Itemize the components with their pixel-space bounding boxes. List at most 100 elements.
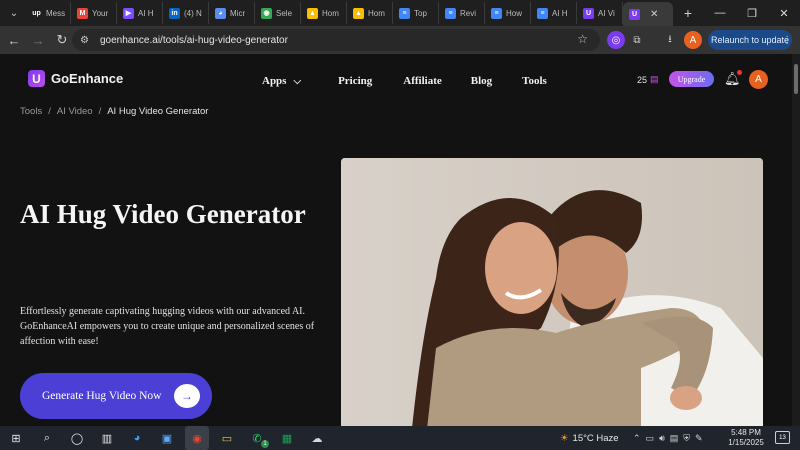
site-header: U GoEnhance Apps ⌵ Pricing Affiliate Blo…: [0, 54, 792, 104]
tab-title: Hom: [322, 8, 339, 18]
edge-icon[interactable]: ◕: [125, 426, 149, 450]
browser-tab[interactable]: ◕ Micr: [209, 2, 255, 24]
docs-icon: ≡: [537, 7, 548, 19]
weather-text: 15°C Haze: [572, 432, 619, 444]
breadcrumb-tools[interactable]: Tools: [20, 106, 42, 117]
upgrade-button[interactable]: Upgrade: [669, 71, 714, 87]
browser-tab[interactable]: in (4) N: [163, 2, 209, 24]
address-bar[interactable]: ⚙ goenhance.ai/tools/ai-hug-video-genera…: [72, 29, 600, 51]
bookmark-star-icon[interactable]: ☆: [577, 32, 588, 46]
credits-counter[interactable]: 25 ▤: [637, 74, 659, 85]
whatsapp-badge: 1: [261, 440, 269, 448]
weather-widget[interactable]: ☀ 15°C Haze: [560, 426, 619, 450]
tab-title: Mess: [46, 8, 66, 18]
download-icon[interactable]: ⭳: [661, 31, 679, 49]
tab-title: Sele: [276, 8, 293, 18]
breadcrumb-separator: /: [48, 106, 51, 117]
task-view-icon[interactable]: ◯: [65, 426, 89, 450]
credits-stack-icon: ▤: [650, 74, 659, 84]
logo-text: GoEnhance: [51, 71, 124, 86]
browser-tab[interactable]: ≡ How: [485, 2, 531, 24]
browser-tab[interactable]: ▲ Hom: [347, 2, 393, 24]
menu-blog[interactable]: Blog: [471, 75, 492, 87]
play-icon: ▶: [123, 7, 134, 19]
tab-search-chevron-icon[interactable]: ⌄: [3, 2, 25, 24]
browser-tab[interactable]: U AI Vi: [577, 2, 623, 24]
browser-tab[interactable]: ◉ Sele: [255, 2, 301, 24]
menu-affiliate[interactable]: Affiliate: [403, 75, 441, 87]
store-icon[interactable]: ▣: [155, 426, 179, 450]
tab-title: Revi: [460, 8, 477, 18]
widgets-icon[interactable]: ▥: [95, 426, 119, 450]
browser-tab[interactable]: ≡ Revi: [439, 2, 485, 24]
security-icon[interactable]: ⛨: [683, 433, 690, 444]
site-info-icon[interactable]: ⚙: [80, 35, 94, 46]
goenhance-icon: U: [583, 7, 594, 19]
tab-title: Top: [414, 8, 427, 18]
generate-hug-video-button[interactable]: Generate Hug Video Now →: [20, 373, 212, 419]
cta-label: Generate Hug Video Now: [42, 390, 162, 402]
show-hidden-icons-icon[interactable]: ⌃: [633, 433, 641, 444]
vpn-app-icon[interactable]: ☁: [305, 426, 329, 450]
speaker-icon[interactable]: 🔊︎: [659, 433, 665, 444]
browser-tab[interactable]: up Mess: [25, 2, 71, 24]
menu-apps[interactable]: Apps ⌵: [262, 75, 301, 87]
upwork-icon: up: [31, 7, 42, 19]
windows-start-icon[interactable]: ⊞: [4, 426, 28, 450]
close-tab-icon[interactable]: ✕: [650, 9, 658, 20]
reload-icon[interactable]: ↻: [50, 28, 74, 52]
taskbar-clock[interactable]: 5:48 PM 1/15/2025: [722, 428, 770, 448]
search-icon[interactable]: ⌕: [35, 426, 59, 450]
chevron-down-icon: ⌵: [293, 75, 302, 87]
battery-icon[interactable]: ▭: [646, 433, 655, 444]
credits-value: 25: [637, 74, 648, 85]
close-window-icon[interactable]: ✕: [768, 0, 800, 26]
extensions-puzzle-icon[interactable]: ⧉: [628, 31, 646, 49]
browser-tab[interactable]: ≡ AI H: [531, 2, 577, 24]
main-menu: Apps ⌵ Pricing Affiliate Blog Tools: [262, 75, 547, 87]
pen-icon[interactable]: ✎: [695, 433, 703, 444]
notification-center-icon[interactable]: 13: [775, 431, 790, 444]
browser-tab[interactable]: ≡ Top: [393, 2, 439, 24]
tab-title: How: [506, 8, 523, 18]
tab-title: Your: [92, 8, 109, 18]
back-icon[interactable]: ←: [2, 28, 26, 52]
whatsapp-icon[interactable]: ✆ 1: [245, 426, 269, 450]
couple-hug-illustration: [341, 158, 763, 426]
linkedin-icon: in: [169, 7, 180, 19]
chrome-icon[interactable]: ◉: [185, 426, 209, 450]
menu-tools[interactable]: Tools: [522, 75, 547, 87]
scrollbar-thumb[interactable]: [794, 64, 798, 94]
user-avatar[interactable]: A: [749, 70, 768, 89]
extension-icon[interactable]: ◎: [607, 31, 625, 49]
copilot-icon: ◕: [215, 7, 226, 19]
page-title: AI Hug Video Generator: [20, 199, 306, 229]
browser-tab[interactable]: M Your: [71, 2, 117, 24]
clock-date: 1/15/2025: [728, 438, 764, 447]
breadcrumb-ai-video[interactable]: AI Video: [57, 106, 93, 117]
excel-icon[interactable]: ▦: [275, 426, 299, 450]
goenhance-icon: U: [629, 8, 640, 20]
new-tab-button[interactable]: +: [677, 5, 699, 21]
restore-icon[interactable]: ❐: [736, 0, 768, 26]
browser-tab[interactable]: U ✕: [623, 2, 673, 26]
site-logo[interactable]: U GoEnhance: [28, 70, 123, 87]
page-scrollbar[interactable]: [792, 54, 800, 426]
browser-tab[interactable]: ▶ AI H: [117, 2, 163, 24]
drive-icon: ▲: [307, 7, 318, 19]
forward-icon[interactable]: →: [26, 28, 50, 52]
menu-pricing[interactable]: Pricing: [338, 75, 372, 87]
url-text: goenhance.ai/tools/ai-hug-video-generato…: [100, 34, 288, 46]
docs-icon: ≡: [491, 7, 502, 19]
minimize-icon[interactable]: —: [704, 0, 736, 26]
arrow-right-icon: →: [174, 384, 200, 408]
network-icon[interactable]: ▤: [670, 433, 679, 444]
browser-tab[interactable]: ▲ Hom: [301, 2, 347, 24]
file-explorer-icon[interactable]: ▭: [215, 426, 239, 450]
windows-taskbar: ⊞ ⌕ ◯ ▥ ◕ ▣ ◉ ▭ ✆ 1 ▦ ☁ ☀ 15°C Haze ⌃ ▭ 🔊…: [0, 426, 800, 450]
profile-avatar[interactable]: A: [684, 31, 702, 49]
browser-menu-icon[interactable]: ⋮: [778, 31, 796, 49]
gmail-icon: M: [77, 7, 88, 19]
breadcrumb: Tools / AI Video / AI Hug Video Generato…: [20, 106, 208, 117]
tab-title: Micr: [230, 8, 246, 18]
